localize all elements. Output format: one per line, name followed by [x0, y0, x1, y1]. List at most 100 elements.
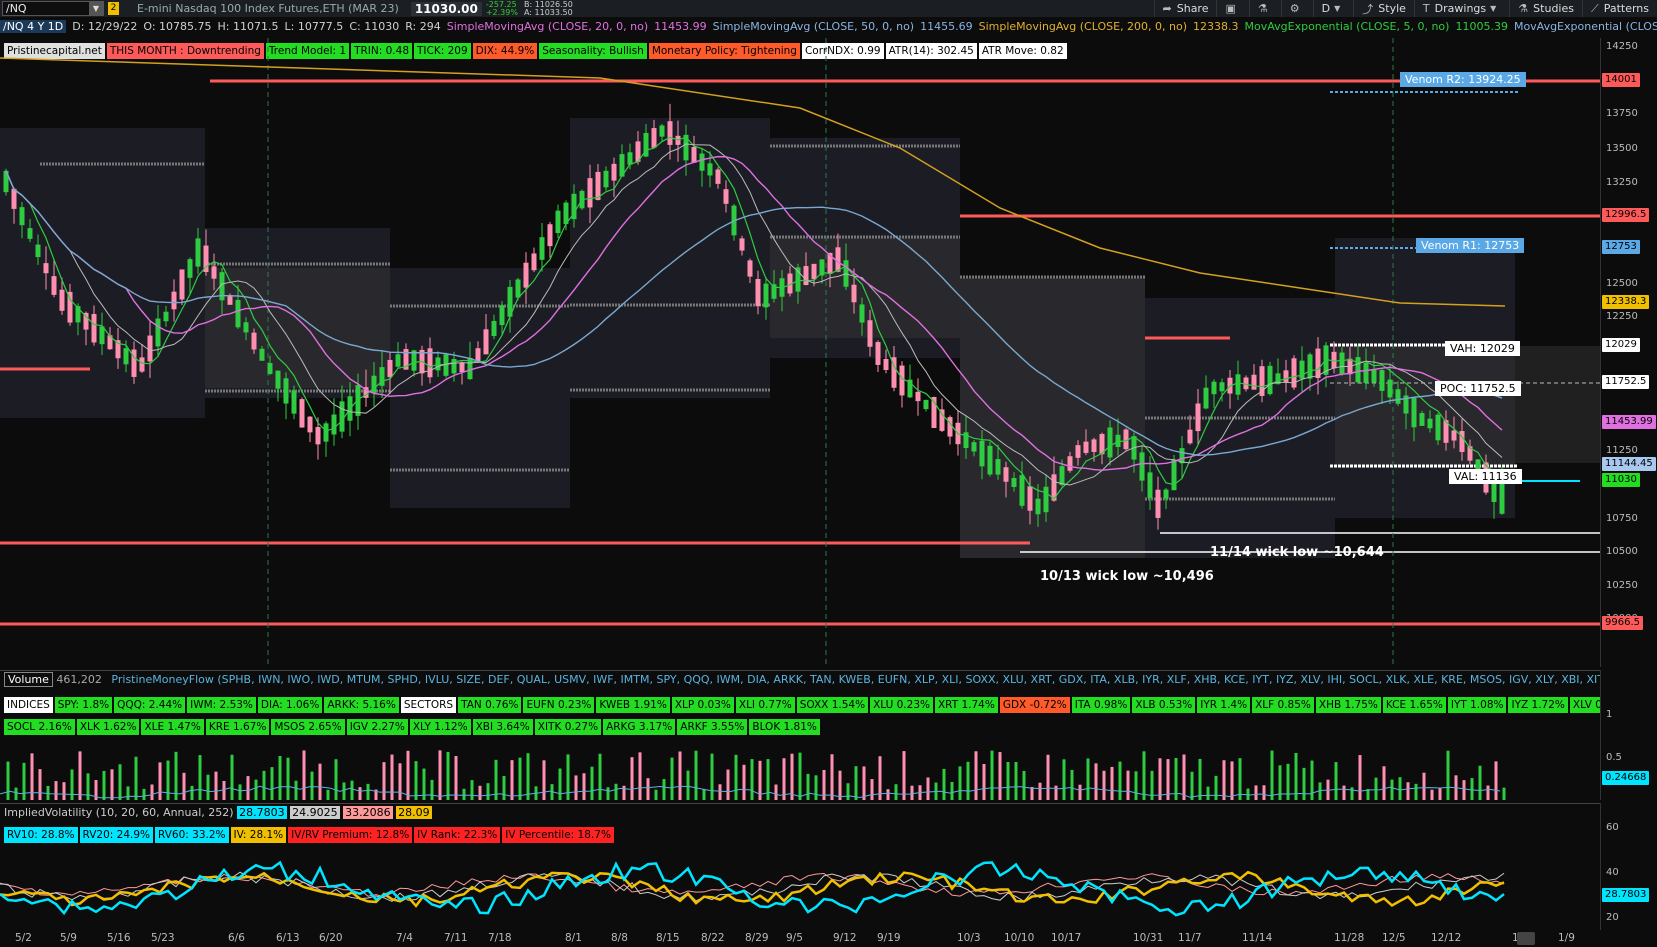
candle-body	[875, 342, 881, 365]
settings-button[interactable]: ⚙	[1280, 0, 1313, 17]
price-tag: 11752.5	[1602, 375, 1650, 389]
volume-bar	[1502, 787, 1506, 800]
sma200-label[interactable]: SimpleMovingAvg (CLOSE, 200, 0, no)	[979, 20, 1187, 33]
volume-bar	[574, 775, 578, 800]
style-button[interactable]: ⤴ Style	[1353, 0, 1414, 17]
volume-bar	[470, 780, 474, 800]
interval-button[interactable]: D ▼	[1312, 0, 1354, 17]
volume-bar	[54, 781, 58, 800]
link-badge[interactable]: 2	[108, 2, 119, 15]
sma20-label[interactable]: SimpleMovingAvg (CLOSE, 20, 0, no)	[447, 20, 648, 33]
volume-bar	[846, 783, 850, 800]
symbol-dropdown-icon[interactable]: ▼	[89, 2, 103, 15]
candle-body	[867, 320, 873, 347]
scroll-to-end-button[interactable]	[1517, 932, 1535, 945]
volume-bar	[486, 783, 490, 800]
price-tick: 10250	[1606, 580, 1638, 591]
candle-body	[187, 259, 193, 278]
date-tick: 5/16	[107, 932, 131, 944]
candle-body	[483, 329, 489, 355]
drawings-button[interactable]: T Drawings ▼	[1413, 0, 1509, 17]
sma50-value: 11455.69	[920, 20, 973, 33]
iv-tick: 40	[1606, 867, 1619, 878]
candle-body	[1411, 397, 1417, 428]
candle-body	[1219, 382, 1225, 392]
date-tick: 7/4	[396, 932, 413, 944]
volume-bar	[830, 754, 834, 800]
volume-bar	[630, 757, 634, 800]
volume-bar	[1038, 782, 1042, 800]
price-tick: 12500	[1606, 278, 1638, 289]
patterns-icon: ⟋	[1590, 1, 1599, 15]
price-tick: 13250	[1606, 177, 1638, 188]
share-button[interactable]: ➦ Share	[1153, 0, 1217, 17]
ema5-label[interactable]: MovAvgExponential (CLOSE, 5, 0, no)	[1245, 20, 1450, 33]
volume-bar	[214, 771, 218, 800]
volume-bar	[662, 779, 666, 800]
candle-body	[627, 152, 633, 165]
style-icon: ⤴	[1362, 2, 1374, 16]
sector-chip: SOXX 1.54%	[796, 697, 869, 713]
ema-more-label[interactable]: MovAvgExponential (CLOSE,...	[1514, 20, 1657, 33]
candle-body	[99, 326, 105, 345]
volume-bar	[966, 761, 970, 800]
date-tick: 5/2	[15, 932, 32, 944]
volume-bar	[1438, 788, 1442, 800]
bar-close: C: 11030	[349, 20, 400, 33]
candle-body	[1155, 489, 1161, 518]
candle-body	[1003, 467, 1009, 482]
money-flow-label[interactable]: PristineMoneyFlow (SPHB, IWN, IWO, IWD, …	[111, 673, 1657, 686]
pct-change: +2.39%	[485, 7, 518, 17]
bar-high: H: 11071.5	[217, 20, 279, 33]
candle-body	[1019, 475, 1025, 506]
volume-histogram[interactable]	[0, 740, 1600, 800]
candle-body	[1427, 418, 1433, 429]
volume-bar	[1334, 762, 1338, 800]
price-tag: 12029	[1602, 338, 1640, 352]
price-chart[interactable]	[0, 38, 1600, 667]
candle-body	[123, 348, 129, 365]
symbol-input[interactable]: /NQ ▼	[2, 1, 104, 16]
candle-body	[211, 266, 217, 279]
volume-bar	[1310, 760, 1314, 800]
flask-button[interactable]: ⚗	[1248, 0, 1281, 17]
candle-body	[395, 354, 401, 367]
iv-header: ImpliedVolatility (10, 20, 60, Annual, 2…	[4, 806, 432, 819]
volume-bar	[1030, 786, 1034, 800]
ema5-value: 11005.39	[1455, 20, 1508, 33]
volume-bar	[750, 759, 754, 800]
volume-bar	[22, 762, 26, 800]
iv-chart[interactable]	[0, 845, 1600, 930]
iv-label[interactable]: ImpliedVolatility (10, 20, 60, Annual, 2…	[4, 806, 234, 819]
sector-chip: XLI 0.77%	[735, 697, 795, 713]
volume-bar	[294, 780, 298, 800]
volume-separator[interactable]	[0, 670, 1600, 671]
volume-bar	[886, 789, 890, 800]
candle-body	[659, 125, 665, 137]
price-tick: 10500	[1606, 546, 1638, 557]
volume-bar	[238, 784, 242, 800]
date-axis[interactable]: 5/2 5/9 5/16 5/23 6/6 6/13 6/20 7/4 7/11 7/18 8/1 8…	[0, 930, 1600, 947]
volume-bar	[1078, 784, 1082, 800]
volume-bar	[366, 783, 370, 800]
volume-bar	[446, 751, 450, 800]
studies-button[interactable]: ⚗ Studies	[1509, 0, 1582, 17]
iv-chip-row: RV10: 28.8% RV20: 24.9% RV60: 33.2% IV: 28.…	[4, 827, 614, 843]
volume-bar	[814, 775, 818, 800]
volume-bar	[1022, 771, 1026, 800]
date-tick: 9/12	[833, 932, 857, 944]
iv-chip: RV20: 24.9%	[79, 827, 153, 843]
flask-icon: ⚗	[1257, 2, 1268, 15]
patterns-button[interactable]: ⟋ Patterns	[1581, 0, 1657, 17]
price-axis[interactable]	[1600, 38, 1657, 667]
iv-separator[interactable]	[0, 803, 1600, 804]
screenshot-button[interactable]: ▣	[1216, 0, 1248, 17]
volume-bar	[1230, 761, 1234, 800]
price-tag: 11144.45	[1602, 457, 1656, 471]
wick-low-1013-label: 10/13 wick low ~10,496	[1040, 569, 1214, 584]
volume-bar	[782, 758, 786, 800]
candle-body	[235, 300, 241, 328]
candle-body	[283, 378, 289, 404]
volume-bar	[1486, 785, 1490, 800]
sma50-label[interactable]: SimpleMovingAvg (CLOSE, 50, 0, no)	[713, 20, 914, 33]
